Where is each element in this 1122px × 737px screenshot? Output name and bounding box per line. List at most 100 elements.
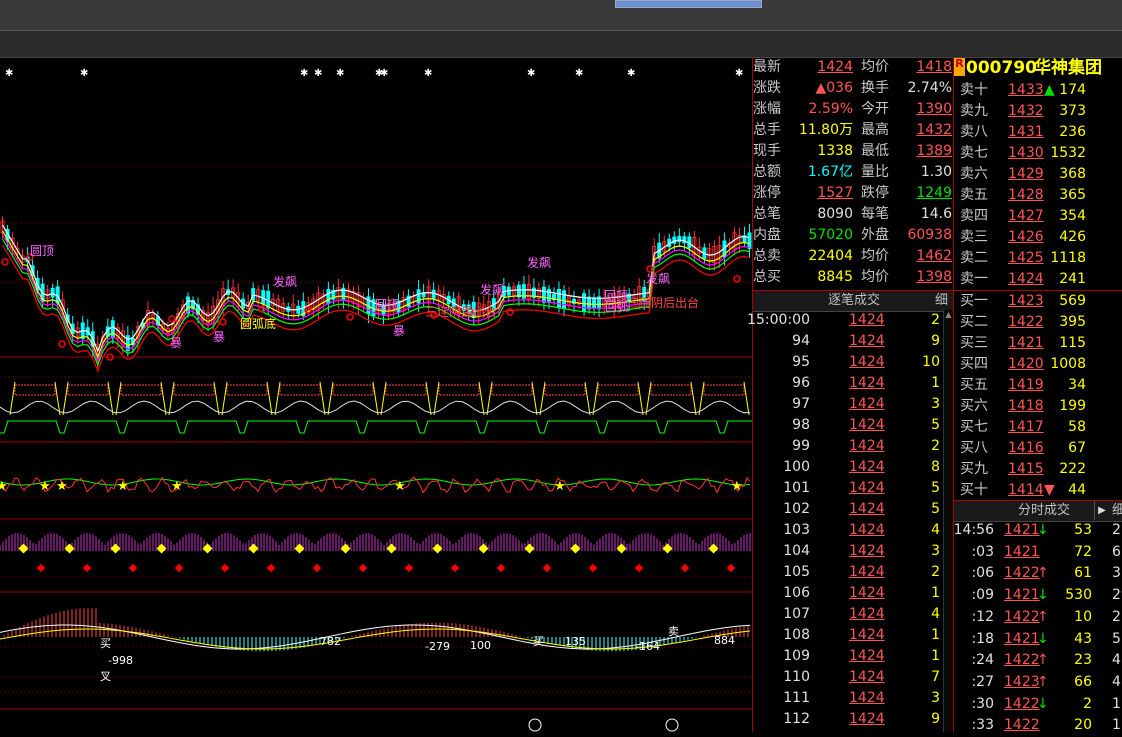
order-book-label: 买三 bbox=[960, 335, 988, 351]
fs-volume: 53 bbox=[1074, 522, 1092, 538]
tick-detail-button[interactable]: 细 bbox=[935, 291, 948, 311]
order-book-row[interactable]: 卖七 1430 1532 bbox=[954, 143, 1122, 164]
macd-label: 买 bbox=[533, 635, 544, 648]
tick-time: 103 bbox=[783, 522, 810, 538]
order-book-row[interactable]: 卖九 1432 373 bbox=[954, 101, 1122, 122]
order-book-row[interactable]: 卖四 1427 354 bbox=[954, 206, 1122, 227]
candle-body bbox=[592, 297, 597, 309]
order-book-row[interactable]: 卖一 1424 241 bbox=[954, 269, 1122, 290]
fs-volume: 72 bbox=[1074, 543, 1092, 560]
order-book-row[interactable]: 买十 1414 ▼ 44 bbox=[954, 480, 1122, 501]
arrow-down-icon: ↓ bbox=[1037, 695, 1049, 712]
kline-chart[interactable]: ✱ ✱ ✱ ✱ ✱ ✱ ✱ ✱ ✱ ✱ ✱ ✱ 圆顶暴暴圆弧底 发飙 回顶暴三连阴后出台 发飙 发飙 回顶 回弧 三连… bbox=[0, 57, 752, 732]
fs-trade-row[interactable]: 14:56 1421 ↓ 53 2 bbox=[954, 520, 1122, 542]
order-book-row[interactable]: 买四 1420 1008 bbox=[954, 354, 1122, 375]
order-book-label: 卖三 bbox=[960, 229, 988, 245]
tick-time: 102 bbox=[783, 501, 810, 517]
quote-value: 1.67亿 bbox=[807, 164, 853, 180]
diamond-marker bbox=[220, 563, 230, 573]
fs-trade-row[interactable]: :30 1422 ↓ 2 1 bbox=[954, 694, 1122, 716]
fs-volume: 2 bbox=[1083, 695, 1092, 712]
order-book-row[interactable]: 买二 1422 395 bbox=[954, 312, 1122, 333]
tick-row[interactable]: 110 1424 7 bbox=[753, 667, 945, 688]
title-bar-button[interactable] bbox=[615, 0, 762, 8]
scroll-up-arrow-icon[interactable]: ▲ bbox=[944, 310, 953, 319]
tick-list-scrollbar[interactable]: ▲ bbox=[943, 310, 953, 732]
tick-row[interactable]: 104 1424 3 bbox=[753, 541, 945, 562]
tick-row[interactable]: 108 1424 1 bbox=[753, 625, 945, 646]
order-book-row[interactable]: 买八 1416 67 bbox=[954, 438, 1122, 459]
quote-value: 1389 bbox=[916, 143, 952, 159]
order-book-price: 1414 bbox=[1008, 482, 1044, 498]
tick-price: 1424 bbox=[849, 585, 885, 601]
play-arrow-icon[interactable]: ▶ bbox=[1094, 501, 1109, 520]
fs-detail-button[interactable]: 细 bbox=[1112, 501, 1122, 521]
tick-row[interactable]: 95 1424 10 bbox=[753, 352, 945, 373]
tick-row[interactable]: 102 1424 5 bbox=[753, 499, 945, 520]
tick-row[interactable]: 106 1424 1 bbox=[753, 583, 945, 604]
order-book-row[interactable]: 买一 1423 569 bbox=[954, 291, 1122, 312]
tick-row[interactable]: 94 1424 9 bbox=[753, 331, 945, 352]
fs-trade-row[interactable]: :03 1421 72 6 bbox=[954, 542, 1122, 564]
tick-row[interactable]: 103 1424 4 bbox=[753, 520, 945, 541]
fs-trade-row[interactable]: :18 1421 ↓ 43 5 bbox=[954, 629, 1122, 651]
tick-price: 1424 bbox=[849, 606, 885, 622]
candle-body bbox=[677, 235, 682, 243]
marker-star: ✱ bbox=[575, 68, 583, 79]
macd-label: 卖 bbox=[668, 625, 679, 638]
tick-row[interactable]: 96 1424 1 bbox=[753, 373, 945, 394]
order-book-row[interactable]: 卖六 1429 368 bbox=[954, 164, 1122, 185]
star-icon: ★ bbox=[0, 479, 8, 494]
signal-circle bbox=[1, 258, 9, 266]
order-book-row[interactable]: 买三 1421 115 bbox=[954, 333, 1122, 354]
tick-volume: 1 bbox=[931, 648, 940, 664]
window-title-bar bbox=[0, 0, 1122, 31]
up-triangle-icon: ▲ bbox=[1044, 82, 1055, 98]
fs-trade-row[interactable]: :33 1422 20 1 bbox=[954, 715, 1122, 737]
tick-row[interactable]: 15:00:00 1424 2 bbox=[747, 310, 945, 331]
fs-trade-row[interactable]: :12 1422 ↑ 10 2 bbox=[954, 607, 1122, 629]
tick-list[interactable]: 15:00:00 1424 2 94 1424 9 95 1424 10 96 1424 1 97 142… bbox=[747, 310, 945, 732]
order-book-row[interactable]: 买五 1419 34 bbox=[954, 375, 1122, 396]
order-book-label: 卖一 bbox=[960, 271, 988, 287]
tick-price: 1424 bbox=[849, 648, 885, 664]
order-book-row[interactable]: 买九 1415 222 bbox=[954, 459, 1122, 480]
fs-trade-row[interactable]: :06 1422 ↑ 61 3 bbox=[954, 563, 1122, 585]
order-book-row[interactable]: 卖五 1428 365 bbox=[954, 185, 1122, 206]
indicator-box bbox=[173, 384, 215, 396]
signal-label: 暴 bbox=[393, 324, 405, 338]
order-book-row[interactable]: 卖二 1425 1118 bbox=[954, 248, 1122, 269]
fs-trade-row[interactable]: :27 1423 ↑ 66 4 bbox=[954, 672, 1122, 694]
order-book-price: 1424 bbox=[1008, 271, 1044, 287]
tick-row[interactable]: 109 1424 1 bbox=[753, 646, 945, 667]
diamond-marker bbox=[450, 563, 460, 573]
tick-row[interactable]: 97 1424 3 bbox=[753, 394, 945, 415]
quote-value: 11.80万 bbox=[798, 122, 853, 138]
indicator-line bbox=[62, 381, 69, 416]
order-book-row[interactable]: 买六 1418 199 bbox=[954, 396, 1122, 417]
order-book-row[interactable]: 卖八 1431 236 bbox=[954, 122, 1122, 143]
diamond-marker bbox=[542, 563, 552, 573]
order-book-label: 卖五 bbox=[960, 187, 988, 203]
macd-label: 叉 bbox=[100, 670, 111, 683]
tick-row[interactable]: 107 1424 4 bbox=[753, 604, 945, 625]
tick-row[interactable]: 105 1424 2 bbox=[753, 562, 945, 583]
tick-row[interactable]: 100 1424 8 bbox=[753, 457, 945, 478]
fs-time: 14:56 bbox=[953, 522, 994, 538]
tick-row[interactable]: 98 1424 5 bbox=[753, 415, 945, 436]
order-book-volume: 395 bbox=[1059, 314, 1086, 330]
fs-trade-row[interactable]: :09 1421↓ 530 29 bbox=[954, 585, 1122, 607]
star-icon: ★ bbox=[554, 479, 566, 494]
order-book-volume: 373 bbox=[1059, 103, 1086, 119]
tick-row[interactable]: 112 1424 9 bbox=[753, 709, 945, 730]
order-book-row[interactable]: 卖十 1433 ▲ 174 bbox=[954, 80, 1122, 101]
quote-row: 现手 1338 最低 1389 bbox=[753, 141, 953, 162]
tick-row[interactable]: 99 1424 2 bbox=[753, 436, 945, 457]
tick-row[interactable]: 111 1424 3 bbox=[753, 688, 945, 709]
quote-value: 1462 bbox=[916, 248, 952, 264]
indicator-box bbox=[332, 384, 374, 396]
tick-row[interactable]: 101 1424 5 bbox=[753, 478, 945, 499]
order-book-row[interactable]: 卖三 1426 426 bbox=[954, 227, 1122, 248]
fs-trade-row[interactable]: :24 1422 ↑ 23 4 bbox=[954, 650, 1122, 672]
order-book-row[interactable]: 买七 1417 58 bbox=[954, 417, 1122, 438]
